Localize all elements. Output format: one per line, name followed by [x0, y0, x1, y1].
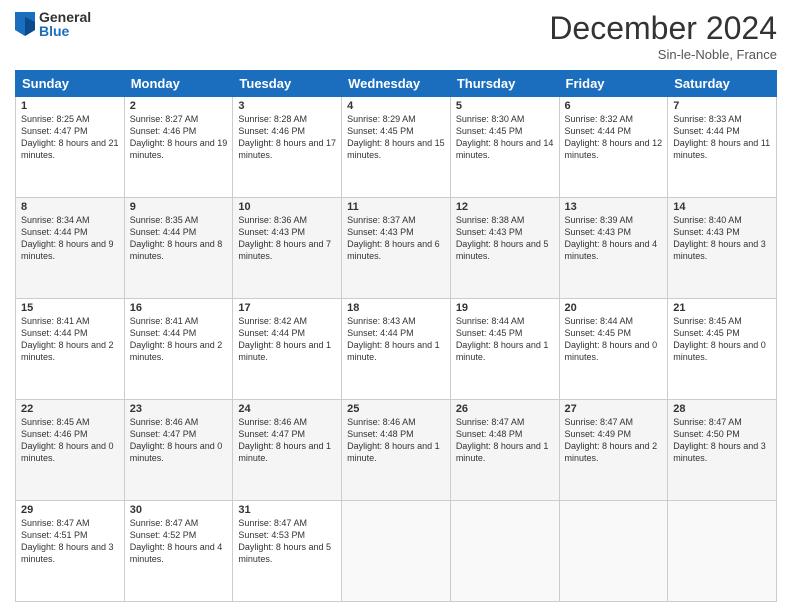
week-5: 29 Sunrise: 8:47 AMSunset: 4:51 PMDaylig… [16, 501, 777, 602]
logo-text: General Blue [39, 10, 91, 38]
week-1: 1 Sunrise: 8:25 AMSunset: 4:47 PMDayligh… [16, 97, 777, 198]
empty-2 [450, 501, 559, 602]
day-12: 12 Sunrise: 8:38 AMSunset: 4:43 PMDaylig… [450, 198, 559, 299]
logo-general: General [39, 10, 91, 24]
day-9: 9 Sunrise: 8:35 AMSunset: 4:44 PMDayligh… [124, 198, 233, 299]
day-4: 4 Sunrise: 8:29 AMSunset: 4:45 PMDayligh… [342, 97, 451, 198]
day-15: 15 Sunrise: 8:41 AMSunset: 4:44 PMDaylig… [16, 299, 125, 400]
empty-1 [342, 501, 451, 602]
header-tuesday: Tuesday [233, 71, 342, 97]
day-16: 16 Sunrise: 8:41 AMSunset: 4:44 PMDaylig… [124, 299, 233, 400]
page: General Blue December 2024 Sin-le-Noble,… [0, 0, 792, 612]
week-4: 22 Sunrise: 8:45 AMSunset: 4:46 PMDaylig… [16, 400, 777, 501]
day-headers: Sunday Monday Tuesday Wednesday Thursday… [16, 71, 777, 97]
location-subtitle: Sin-le-Noble, France [549, 47, 777, 62]
day-7: 7 Sunrise: 8:33 AMSunset: 4:44 PMDayligh… [668, 97, 777, 198]
day-1: 1 Sunrise: 8:25 AMSunset: 4:47 PMDayligh… [16, 97, 125, 198]
day-29: 29 Sunrise: 8:47 AMSunset: 4:51 PMDaylig… [16, 501, 125, 602]
day-24: 24 Sunrise: 8:46 AMSunset: 4:47 PMDaylig… [233, 400, 342, 501]
day-21: 21 Sunrise: 8:45 AMSunset: 4:45 PMDaylig… [668, 299, 777, 400]
header-friday: Friday [559, 71, 668, 97]
day-3: 3 Sunrise: 8:28 AMSunset: 4:46 PMDayligh… [233, 97, 342, 198]
header-wednesday: Wednesday [342, 71, 451, 97]
day-23: 23 Sunrise: 8:46 AMSunset: 4:47 PMDaylig… [124, 400, 233, 501]
day-30: 30 Sunrise: 8:47 AMSunset: 4:52 PMDaylig… [124, 501, 233, 602]
day-28: 28 Sunrise: 8:47 AMSunset: 4:50 PMDaylig… [668, 400, 777, 501]
day-6: 6 Sunrise: 8:32 AMSunset: 4:44 PMDayligh… [559, 97, 668, 198]
header-saturday: Saturday [668, 71, 777, 97]
week-2: 8 Sunrise: 8:34 AMSunset: 4:44 PMDayligh… [16, 198, 777, 299]
title-section: December 2024 Sin-le-Noble, France [549, 10, 777, 62]
day-2: 2 Sunrise: 8:27 AMSunset: 4:46 PMDayligh… [124, 97, 233, 198]
day-8: 8 Sunrise: 8:34 AMSunset: 4:44 PMDayligh… [16, 198, 125, 299]
logo-blue: Blue [39, 24, 91, 38]
header-monday: Monday [124, 71, 233, 97]
header-sunday: Sunday [16, 71, 125, 97]
empty-4 [668, 501, 777, 602]
empty-3 [559, 501, 668, 602]
day-11: 11 Sunrise: 8:37 AMSunset: 4:43 PMDaylig… [342, 198, 451, 299]
day-14: 14 Sunrise: 8:40 AMSunset: 4:43 PMDaylig… [668, 198, 777, 299]
week-3: 15 Sunrise: 8:41 AMSunset: 4:44 PMDaylig… [16, 299, 777, 400]
day-25: 25 Sunrise: 8:46 AMSunset: 4:48 PMDaylig… [342, 400, 451, 501]
day-13: 13 Sunrise: 8:39 AMSunset: 4:43 PMDaylig… [559, 198, 668, 299]
day-31: 31 Sunrise: 8:47 AMSunset: 4:53 PMDaylig… [233, 501, 342, 602]
logo: General Blue [15, 10, 91, 38]
day-22: 22 Sunrise: 8:45 AMSunset: 4:46 PMDaylig… [16, 400, 125, 501]
month-title: December 2024 [549, 10, 777, 47]
day-20: 20 Sunrise: 8:44 AMSunset: 4:45 PMDaylig… [559, 299, 668, 400]
day-17: 17 Sunrise: 8:42 AMSunset: 4:44 PMDaylig… [233, 299, 342, 400]
day-10: 10 Sunrise: 8:36 AMSunset: 4:43 PMDaylig… [233, 198, 342, 299]
day-19: 19 Sunrise: 8:44 AMSunset: 4:45 PMDaylig… [450, 299, 559, 400]
day-18: 18 Sunrise: 8:43 AMSunset: 4:44 PMDaylig… [342, 299, 451, 400]
calendar: Sunday Monday Tuesday Wednesday Thursday… [15, 70, 777, 602]
day-26: 26 Sunrise: 8:47 AMSunset: 4:48 PMDaylig… [450, 400, 559, 501]
day-5: 5 Sunrise: 8:30 AMSunset: 4:45 PMDayligh… [450, 97, 559, 198]
header: General Blue December 2024 Sin-le-Noble,… [15, 10, 777, 62]
day-27: 27 Sunrise: 8:47 AMSunset: 4:49 PMDaylig… [559, 400, 668, 501]
header-thursday: Thursday [450, 71, 559, 97]
logo-icon [15, 12, 35, 36]
